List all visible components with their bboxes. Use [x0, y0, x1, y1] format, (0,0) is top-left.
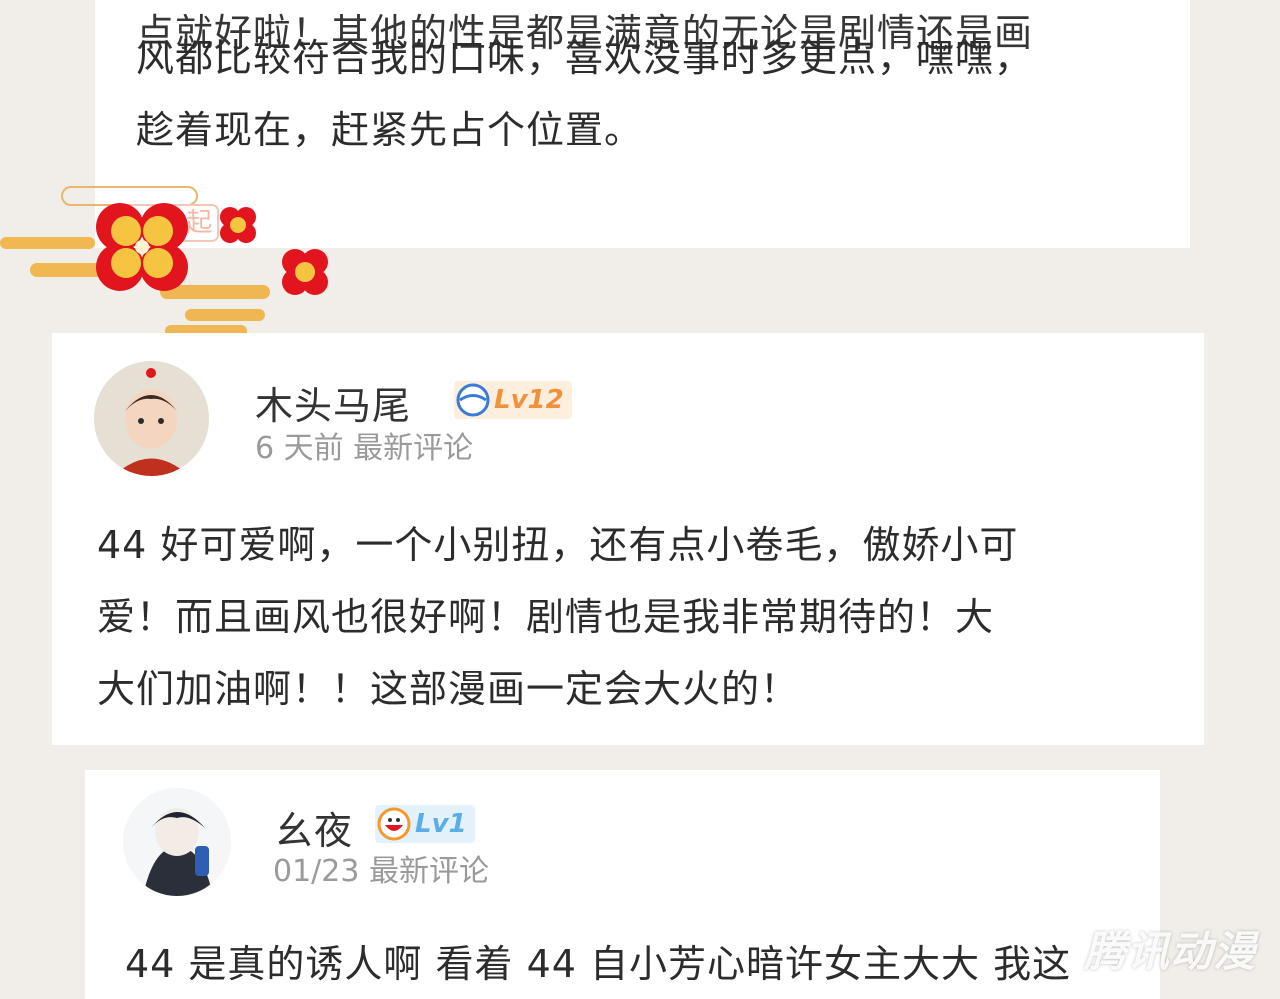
comment-time: 01/23 — [273, 854, 360, 889]
comment-text: 风都比较符合我的口味，喜欢没事时多更点，嘿嘿， 趁着现在，赶紧先占个位置。 — [136, 22, 1146, 166]
comment-text-line: 大们加油啊！！这部漫画一定会大火的！ — [97, 667, 800, 711]
comment-card-2: 木头马尾 Lv12 6 天前 最新评论 44 好可爱啊，一个小别扭，还有点小卷毛… — [52, 333, 1204, 745]
level-text: Lv12 — [494, 385, 564, 415]
child-avatar-icon — [94, 361, 209, 476]
comment-text-line: 44 好可爱啊，一个小别扭，还有点小卷毛，傲娇小可 — [97, 523, 1019, 567]
festive-clover-decoration: 一起 — [0, 186, 328, 337]
comment-text-line: 44 是真的诱人啊 看着 44 自小芳心暗许女主大大 我这 — [125, 942, 1072, 986]
comment-text: 44 好可爱啊，一个小别扭，还有点小卷毛，傲娇小可 爱！而且画风也很好啊！剧情也… — [97, 509, 1177, 725]
site-watermark: 腾讯动漫 — [1083, 927, 1256, 976]
comment-feed: 点就好啦！其他的性是都是满意的无论是剧情还是画 风都比较符合我的口味，喜欢没事时… — [0, 0, 1280, 999]
username[interactable]: 木头马尾 — [255, 375, 411, 430]
comment-text: 44 是真的诱人啊 看着 44 自小芳心暗许女主大大 我这 — [125, 928, 1165, 999]
user-avatar[interactable] — [94, 361, 209, 476]
comment-meta: 6 天前 最新评论 — [255, 423, 473, 467]
comment-text-line: 趁着现在，赶紧先占个位置。 — [136, 108, 644, 152]
level-watermelon-icon — [377, 807, 411, 841]
comment-card-3: 幺夜 Lv1 01/23 最新评论 44 是真的诱人啊 看着 44 自小芳心暗许… — [85, 770, 1160, 999]
comment-text-line: 爱！而且画风也很好啊！剧情也是我非常期待的！大 — [97, 595, 995, 639]
comment-tag: 最新评论 — [369, 854, 490, 889]
comment-text-line: 风都比较符合我的口味，喜欢没事时多更点，嘿嘿， — [136, 36, 1034, 80]
comment-tag: 最新评论 — [353, 431, 474, 466]
level-text: Lv1 — [415, 809, 467, 839]
comment-time: 6 天前 — [255, 431, 344, 466]
level-badge: Lv1 — [375, 805, 475, 843]
user-avatar[interactable] — [123, 788, 231, 896]
comment-meta: 01/23 最新评论 — [273, 846, 489, 890]
level-globe-icon — [456, 383, 490, 417]
anime-character-avatar-icon — [123, 788, 231, 896]
level-badge: Lv12 — [454, 381, 572, 419]
